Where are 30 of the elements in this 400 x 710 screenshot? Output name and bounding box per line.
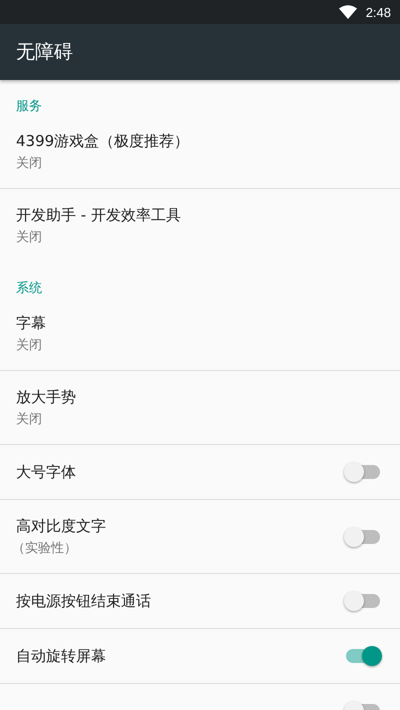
settings-item[interactable]: 4399游戏盒（极度推荐） 关闭 bbox=[0, 115, 400, 189]
settings-item[interactable]: 字幕 关闭 bbox=[0, 297, 400, 371]
section-header: 服务 bbox=[15, 98, 43, 115]
item-summary: 关闭 bbox=[16, 410, 43, 428]
item-title: 4399游戏盒（极度推荐） bbox=[16, 132, 190, 150]
settings-item[interactable]: 开发助手 - 开发效率工具 关闭 bbox=[0, 189, 400, 262]
clock-time: 2:48 bbox=[366, 4, 391, 20]
item-title: 按电源按钮结束通话 bbox=[16, 592, 151, 610]
toggle-switch[interactable] bbox=[344, 645, 382, 667]
screen-title: 无障碍 bbox=[16, 40, 73, 65]
item-title: 放大手势 bbox=[16, 388, 76, 406]
settings-item[interactable]: 大号字体 bbox=[0, 445, 400, 500]
item-title: 开发助手 - 开发效率工具 bbox=[16, 206, 181, 224]
settings-item[interactable]: 自动旋转屏幕 bbox=[0, 629, 400, 684]
toggle-switch[interactable] bbox=[344, 526, 382, 548]
item-title: 自动旋转屏幕 bbox=[16, 646, 106, 666]
wifi-icon bbox=[338, 5, 357, 19]
settings-item[interactable]: 高对比度文字 （实验性） bbox=[0, 500, 400, 574]
item-summary: 关闭 bbox=[16, 228, 43, 246]
item-title: 大号字体 bbox=[16, 462, 76, 482]
item-summary: （实验性） bbox=[12, 540, 78, 556]
section-header: 系统 bbox=[15, 280, 43, 297]
item-title: 高对比度文字 bbox=[16, 516, 106, 536]
settings-item[interactable]: 按电源按钮结束通话 bbox=[0, 574, 400, 629]
item-title: 字幕 bbox=[16, 314, 46, 332]
toggle-switch[interactable] bbox=[344, 461, 382, 483]
toggle-switch[interactable] bbox=[344, 590, 382, 612]
item-summary: 关闭 bbox=[16, 336, 43, 354]
settings-item[interactable]: 放大手势 关闭 bbox=[0, 371, 400, 445]
item-summary: 关闭 bbox=[16, 154, 43, 172]
